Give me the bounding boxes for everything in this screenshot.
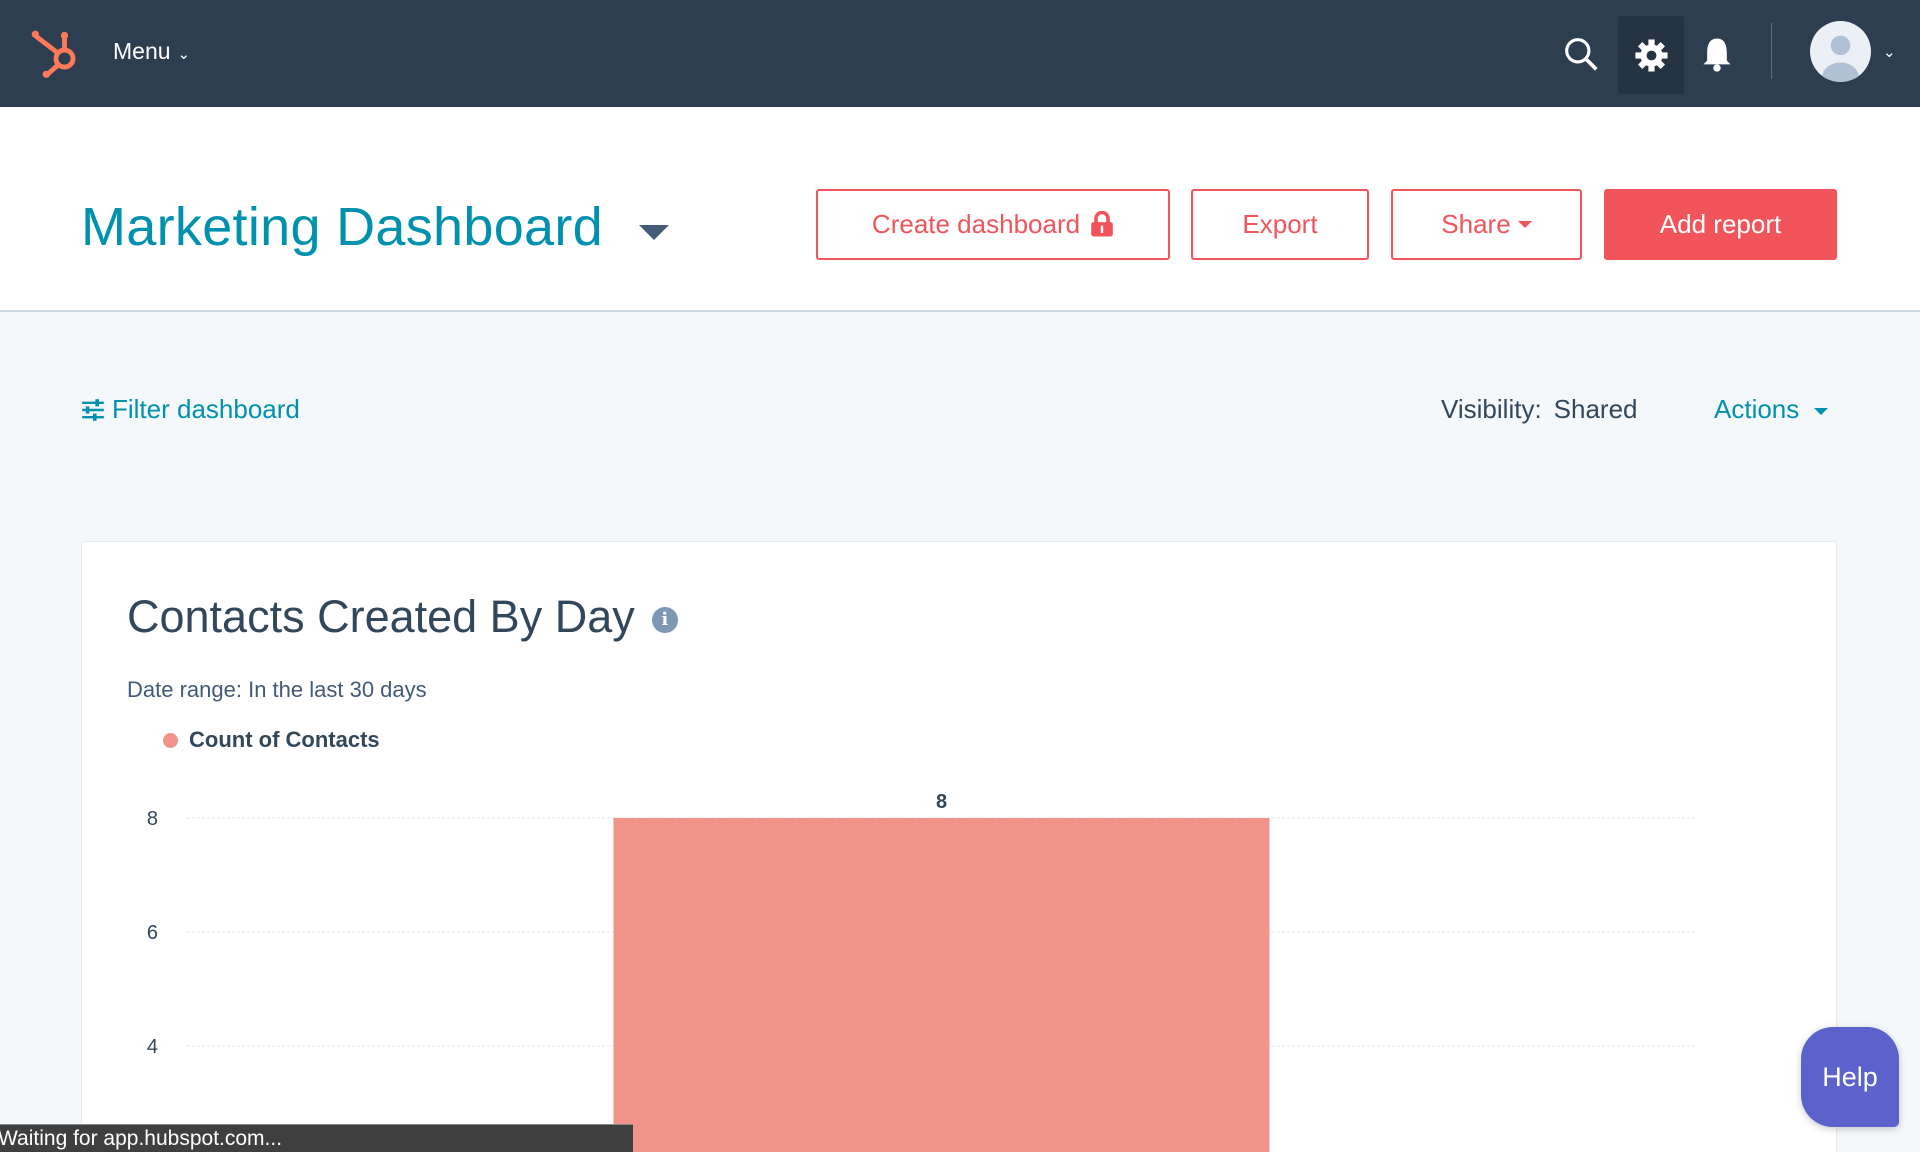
filter-label: Filter dashboard [112,394,300,424]
help-button[interactable]: Help [1801,1027,1899,1127]
actions-dropdown[interactable]: Actions [1714,394,1829,425]
add-report-button[interactable]: Add report [1604,189,1837,260]
search-icon [1564,37,1598,71]
user-icon [1822,35,1859,82]
actions-label: Actions [1714,394,1800,424]
create-dashboard-label: Create dashboard [871,209,1081,239]
settings-button[interactable] [1618,16,1684,94]
visibility-label: Visibility: [1441,394,1542,424]
nav-divider [1771,23,1772,79]
sliders-icon [82,398,104,421]
notifications-button[interactable] [1685,22,1749,86]
lock-icon [1091,211,1113,237]
page-title: Marketing Dashboard [81,197,603,257]
dashboard-switcher-caret-icon[interactable] [639,225,669,240]
share-label: Share [1441,209,1511,239]
bar [613,818,1270,1152]
top-nav: Menu ⌄ ⌄ [0,0,1920,107]
share-button[interactable]: Share [1391,189,1582,260]
visibility-value: Shared [1553,394,1638,424]
gear-icon [1634,38,1668,72]
chevron-down-icon: ⌄ [177,46,191,63]
menu-label: Menu [113,38,171,64]
report-card: Contacts Created By Day i Date range: In … [81,541,1837,1152]
search-button[interactable] [1549,22,1613,86]
export-button[interactable]: Export [1191,189,1369,260]
bar-data-label: 8 [936,791,947,813]
y-tick-label: 6 [147,922,158,944]
caret-down-icon [1517,221,1532,228]
create-dashboard-button[interactable]: Create dashboard [816,189,1170,260]
browser-status-bar: Waiting for app.hubspot.com... [0,1124,633,1152]
caret-down-icon [1814,407,1829,415]
bell-icon [1703,38,1731,72]
visibility: Visibility: Shared [1441,394,1638,425]
y-tick-label: 4 [147,1036,158,1058]
bar-chart: 8 6 4 8 [147,791,1696,1152]
filter-dashboard-button[interactable]: Filter dashboard [81,394,300,425]
avatar[interactable] [1810,21,1871,82]
chevron-down-icon[interactable]: ⌄ [1883,43,1896,61]
hubspot-logo[interactable] [29,27,83,78]
y-tick-label: 8 [147,808,158,830]
dashboard-header: Marketing Dashboard Create dashboard Exp… [0,107,1920,312]
menu-dropdown[interactable]: Menu ⌄ [113,38,190,65]
